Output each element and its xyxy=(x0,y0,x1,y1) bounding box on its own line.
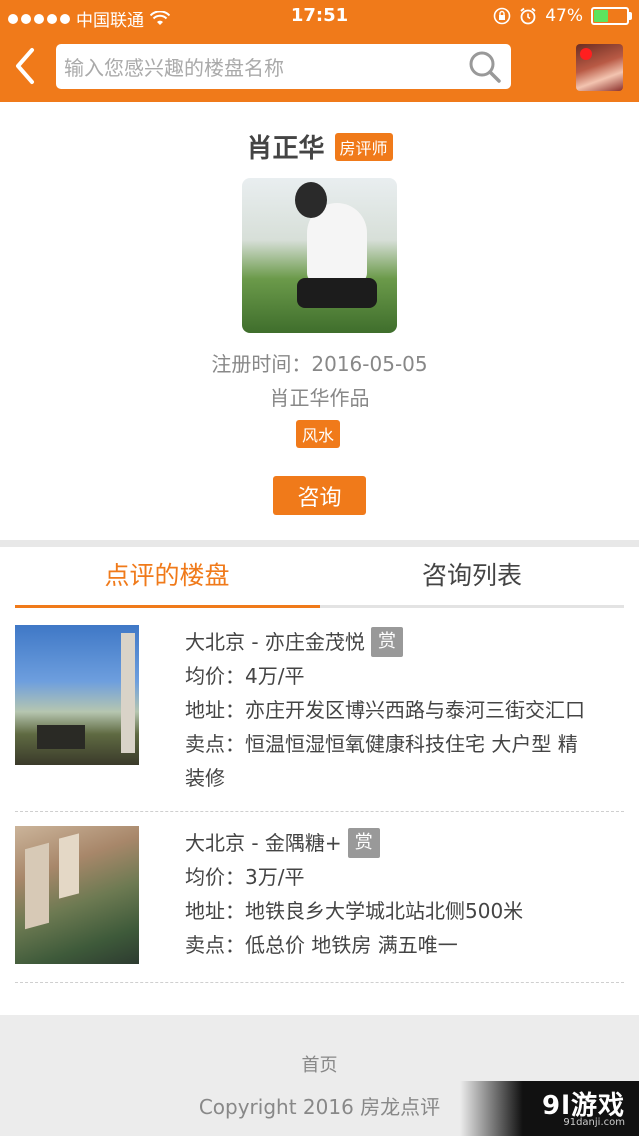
expertise-tag: 风水 xyxy=(296,420,341,448)
back-arrow-icon xyxy=(16,48,34,84)
property-price: 均价：3万/平 xyxy=(185,860,625,894)
footer-home-link[interactable]: 首页 xyxy=(0,1051,639,1077)
site-watermark: 9l游戏 91danji.com xyxy=(460,1081,639,1136)
notification-dot xyxy=(580,48,592,60)
search-input[interactable] xyxy=(62,44,466,91)
role-badge: 房评师 xyxy=(334,132,393,161)
address-label: 地址： xyxy=(185,899,245,923)
name-row: 肖正华 房评师 xyxy=(0,128,639,165)
back-button[interactable] xyxy=(8,44,42,88)
reviewer-name: 肖正华 xyxy=(246,134,325,164)
selling-value: 低总价 地铁房 满五唯一 xyxy=(245,933,458,957)
works-title: 肖正华作品 xyxy=(269,386,370,410)
consult-button[interactable]: 咨询 xyxy=(273,476,366,515)
property-selling-points: 卖点：恒温恒湿恒氧健康科技住宅 大户型 精 xyxy=(185,727,625,761)
price-value: 3万/平 xyxy=(245,865,305,889)
watermark-url: 91danji.com xyxy=(563,1117,625,1128)
reviewer-profile: 肖正华 房评师 注册时间：2016-05-05 肖正华作品 风水 咨询 xyxy=(0,102,639,540)
search-bar[interactable] xyxy=(56,44,511,91)
search-icon[interactable] xyxy=(467,49,503,85)
register-time: 注册时间：2016-05-05 xyxy=(0,348,639,377)
tab-bar: 点评的楼盘 咨询列表 xyxy=(15,548,624,610)
selling-value: 恒温恒湿恒氧健康科技住宅 大户型 精 xyxy=(245,732,578,756)
property-info: 大北京 - 亦庄金茂悦 赏 均价：4万/平 地址：亦庄开发区博兴西路与泰河三街交… xyxy=(185,625,625,795)
property-title[interactable]: 大北京 - 金隅糖+ xyxy=(185,826,342,860)
tab-underline xyxy=(15,605,624,608)
item-divider xyxy=(15,811,624,812)
alarm-icon xyxy=(520,7,536,25)
list-item[interactable]: 大北京 - 金隅糖+ 赏 均价：3万/平 地址：地铁良乡大学城北站北侧500米 … xyxy=(15,826,624,982)
address-value: 地铁良乡大学城北站北侧500米 xyxy=(245,899,524,923)
selling-points-continued: 装修 xyxy=(185,766,225,790)
reward-badge[interactable]: 赏 xyxy=(347,828,380,858)
property-title[interactable]: 大北京 - 亦庄金茂悦 xyxy=(185,625,365,659)
property-thumbnail[interactable] xyxy=(15,625,139,765)
property-thumbnail[interactable] xyxy=(15,826,139,964)
user-avatar[interactable] xyxy=(576,44,623,91)
reward-badge[interactable]: 赏 xyxy=(370,627,403,657)
orientation-lock-icon xyxy=(493,7,511,25)
reviewer-photo xyxy=(242,178,397,333)
item-divider xyxy=(15,982,624,983)
register-date: 2016-05-05 xyxy=(311,352,428,376)
address-label: 地址： xyxy=(185,698,245,722)
property-address: 地址：地铁良乡大学城北站北侧500米 xyxy=(185,894,625,928)
status-right: 47% xyxy=(493,6,632,26)
register-label: 注册时间： xyxy=(211,352,312,376)
property-info: 大北京 - 金隅糖+ 赏 均价：3万/平 地址：地铁良乡大学城北站北侧500米 … xyxy=(185,826,625,962)
tab-reviewed-properties[interactable]: 点评的楼盘 xyxy=(15,548,319,606)
price-value: 4万/平 xyxy=(245,664,305,688)
tab-consult-list[interactable]: 咨询列表 xyxy=(320,548,624,606)
price-label: 均价： xyxy=(185,664,245,688)
property-price: 均价：4万/平 xyxy=(185,659,625,693)
selling-label: 卖点： xyxy=(185,732,245,756)
top-bar: 中国联通 17:51 47% xyxy=(0,0,639,102)
property-selling-points: 卖点：低总价 地铁房 满五唯一 xyxy=(185,928,625,962)
status-bar: 中国联通 17:51 47% xyxy=(0,0,639,34)
address-value: 亦庄开发区博兴西路与泰河三街交汇口 xyxy=(245,698,585,722)
section-divider xyxy=(0,540,639,547)
selling-label: 卖点： xyxy=(185,933,245,957)
list-item[interactable]: 大北京 - 亦庄金茂悦 赏 均价：4万/平 地址：亦庄开发区博兴西路与泰河三街交… xyxy=(15,625,624,810)
price-label: 均价： xyxy=(185,865,245,889)
property-address: 地址：亦庄开发区博兴西路与泰河三街交汇口 xyxy=(185,693,625,727)
battery-percent: 47% xyxy=(545,6,583,26)
battery-icon xyxy=(591,7,632,25)
